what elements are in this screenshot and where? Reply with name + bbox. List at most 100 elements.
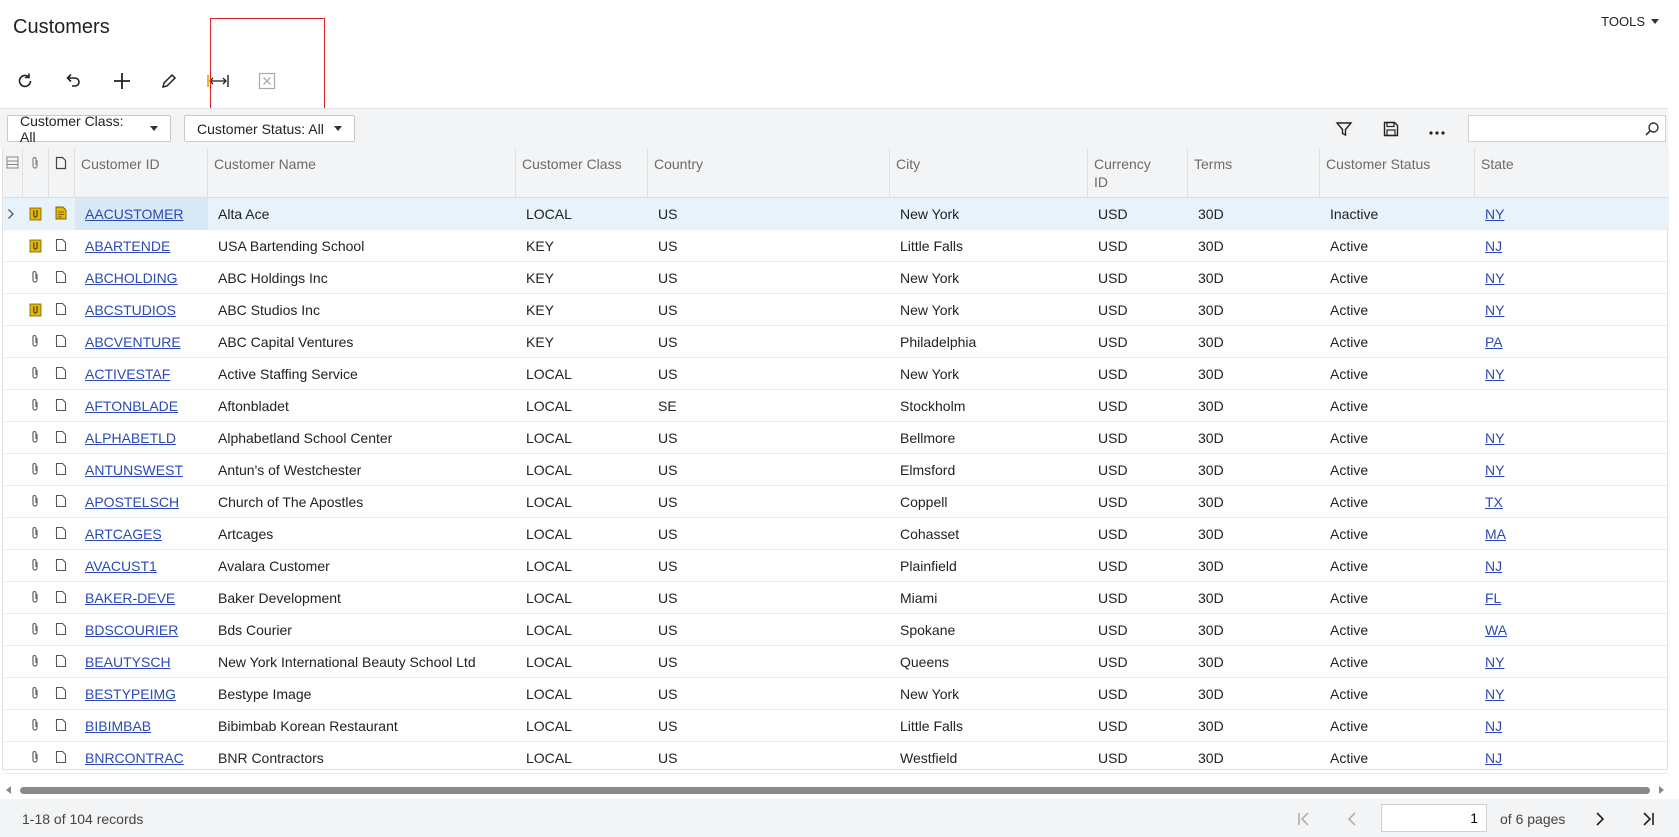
paperclip-icon[interactable] — [29, 686, 41, 701]
refresh-button[interactable] — [8, 64, 42, 98]
customer-id-link[interactable]: ACTIVESTAF — [75, 358, 208, 390]
files-attached-icon[interactable] — [29, 302, 42, 317]
note-icon[interactable] — [55, 558, 67, 572]
table-row[interactable]: ABCSTUDIOS ABC Studios Inc KEY US New York US… — [3, 294, 1669, 326]
note-icon[interactable] — [55, 302, 67, 316]
paperclip-icon[interactable] — [29, 622, 41, 637]
paperclip-icon[interactable] — [29, 270, 41, 285]
table-row[interactable]: APOSTELSCH Church of The Apostles LOCAL US C… — [3, 486, 1669, 518]
fit-columns-button[interactable] — [201, 64, 235, 98]
paperclip-icon[interactable] — [29, 590, 41, 605]
note-icon[interactable] — [55, 430, 67, 444]
note-icon[interactable] — [55, 654, 67, 668]
customer-class-filter[interactable]: Customer Class: All — [7, 113, 171, 145]
header-customer-class[interactable]: Customer Class — [516, 148, 648, 198]
last-page-button[interactable] — [1636, 808, 1660, 830]
table-row[interactable]: ABCHOLDING ABC Holdings Inc KEY US New York U… — [3, 262, 1669, 294]
paperclip-icon[interactable] — [29, 654, 41, 669]
header-state[interactable]: State — [1475, 148, 1669, 198]
header-currency-id[interactable]: Currency ID — [1088, 148, 1188, 198]
customer-id-link[interactable]: ABCVENTURE — [75, 326, 208, 358]
header-notes[interactable] — [49, 148, 75, 198]
paperclip-icon[interactable] — [29, 398, 41, 413]
table-row[interactable]: BAKER-DEVE Baker Development LOCAL US Miami U… — [3, 582, 1669, 614]
customer-id-link[interactable]: ABCHOLDING — [75, 262, 208, 294]
note-icon[interactable] — [55, 590, 67, 604]
customer-id-link[interactable]: ARTCAGES — [75, 518, 208, 550]
table-row[interactable]: BESTYPEIMG Bestype Image LOCAL US New York US… — [3, 678, 1669, 710]
paperclip-icon[interactable] — [29, 526, 41, 541]
note-icon[interactable] — [55, 718, 67, 732]
table-row[interactable]: AVACUST1 Avalara Customer LOCAL US Plainfiel… — [3, 550, 1669, 582]
next-page-button[interactable] — [1588, 808, 1612, 830]
table-row[interactable]: BEAUTYSCH New York International Beauty S… — [3, 646, 1669, 678]
state-link[interactable]: NJ — [1475, 742, 1669, 774]
previous-page-button[interactable] — [1340, 808, 1364, 830]
state-link[interactable]: NY — [1475, 198, 1669, 230]
state-link[interactable]: PA — [1475, 326, 1669, 358]
customer-id-link[interactable]: BNRCONTRAC — [75, 742, 208, 774]
note-icon[interactable] — [55, 750, 67, 764]
paperclip-icon[interactable] — [29, 430, 41, 445]
table-row[interactable]: ACTIVESTAF Active Staffing Service LOCAL US… — [3, 358, 1669, 390]
header-customer-id[interactable]: Customer ID — [75, 148, 208, 198]
excel-export-button[interactable] — [250, 64, 284, 98]
search-input[interactable] — [1469, 116, 1639, 141]
paperclip-icon[interactable] — [29, 750, 41, 765]
state-link[interactable]: NY — [1475, 646, 1669, 678]
add-button[interactable] — [105, 64, 139, 98]
state-link[interactable]: WA — [1475, 614, 1669, 646]
table-row[interactable]: ALPHABETLD Alphabetland School Center LOCA… — [3, 422, 1669, 454]
paperclip-icon[interactable] — [29, 494, 41, 509]
customer-id-link[interactable]: ABARTENDE — [75, 230, 208, 262]
customer-id-link[interactable]: ABCSTUDIOS — [75, 294, 208, 326]
customer-id-link[interactable]: AVACUST1 — [75, 550, 208, 582]
tools-menu[interactable]: TOOLS — [1601, 14, 1659, 29]
note-icon[interactable] — [55, 238, 67, 252]
paperclip-icon[interactable] — [29, 462, 41, 477]
note-icon[interactable] — [55, 526, 67, 540]
state-link[interactable]: NY — [1475, 422, 1669, 454]
note-icon[interactable] — [55, 494, 67, 508]
state-link[interactable]: NY — [1475, 262, 1669, 294]
note-icon[interactable] — [55, 686, 67, 700]
table-row[interactable]: AACUSTOMER Alta Ace LOCAL US New York USD 30D I… — [3, 198, 1669, 230]
customer-status-filter[interactable]: Customer Status: All — [184, 115, 355, 142]
note-filled-icon[interactable] — [55, 206, 67, 220]
page-number-field[interactable] — [1381, 804, 1487, 832]
table-row[interactable]: ARTCAGES Artcages LOCAL US Cohasset USD 30D Act… — [3, 518, 1669, 550]
state-link[interactable]: NJ — [1475, 550, 1669, 582]
customer-id-link[interactable]: BDSCOURIER — [75, 614, 208, 646]
customer-id-link[interactable]: BESTYPEIMG — [75, 678, 208, 710]
note-icon[interactable] — [55, 334, 67, 348]
state-link[interactable]: NY — [1475, 678, 1669, 710]
header-row-selector[interactable] — [3, 148, 23, 198]
undo-button[interactable] — [56, 64, 90, 98]
state-link[interactable]: NJ — [1475, 230, 1669, 262]
customer-id-link[interactable]: AACUSTOMER — [75, 198, 208, 230]
scroll-thumb[interactable] — [20, 787, 1650, 794]
customer-id-link[interactable]: BEAUTYSCH — [75, 646, 208, 678]
first-page-button[interactable] — [1292, 808, 1316, 830]
note-icon[interactable] — [55, 398, 67, 412]
table-row[interactable]: BDSCOURIER Bds Courier LOCAL US Spokane USD 30… — [3, 614, 1669, 646]
state-link[interactable]: NY — [1475, 358, 1669, 390]
table-row[interactable]: BIBIMBAB Bibimbab Korean Restaurant LOCAL U… — [3, 710, 1669, 742]
files-attached-icon[interactable] — [29, 238, 42, 253]
header-files[interactable] — [23, 148, 49, 198]
save-filter-button[interactable] — [1378, 117, 1404, 141]
paperclip-icon[interactable] — [29, 558, 41, 573]
table-row[interactable]: ABCVENTURE ABC Capital Ventures KEY US Phila… — [3, 326, 1669, 358]
table-row[interactable]: BNRCONTRAC BNR Contractors LOCAL US Westfiel… — [3, 742, 1669, 774]
search-icon[interactable] — [1643, 120, 1661, 138]
state-link[interactable]: FL — [1475, 582, 1669, 614]
table-row[interactable]: ABARTENDE USA Bartending School KEY US Littl… — [3, 230, 1669, 262]
more-options-button[interactable] — [1424, 117, 1450, 141]
note-icon[interactable] — [55, 622, 67, 636]
state-link[interactable]: TX — [1475, 486, 1669, 518]
customer-id-link[interactable]: APOSTELSCH — [75, 486, 208, 518]
customer-id-link[interactable]: ANTUNSWEST — [75, 454, 208, 486]
header-customer-status[interactable]: Customer Status — [1320, 148, 1475, 198]
state-link[interactable]: NY — [1475, 454, 1669, 486]
edit-button[interactable] — [152, 64, 186, 98]
